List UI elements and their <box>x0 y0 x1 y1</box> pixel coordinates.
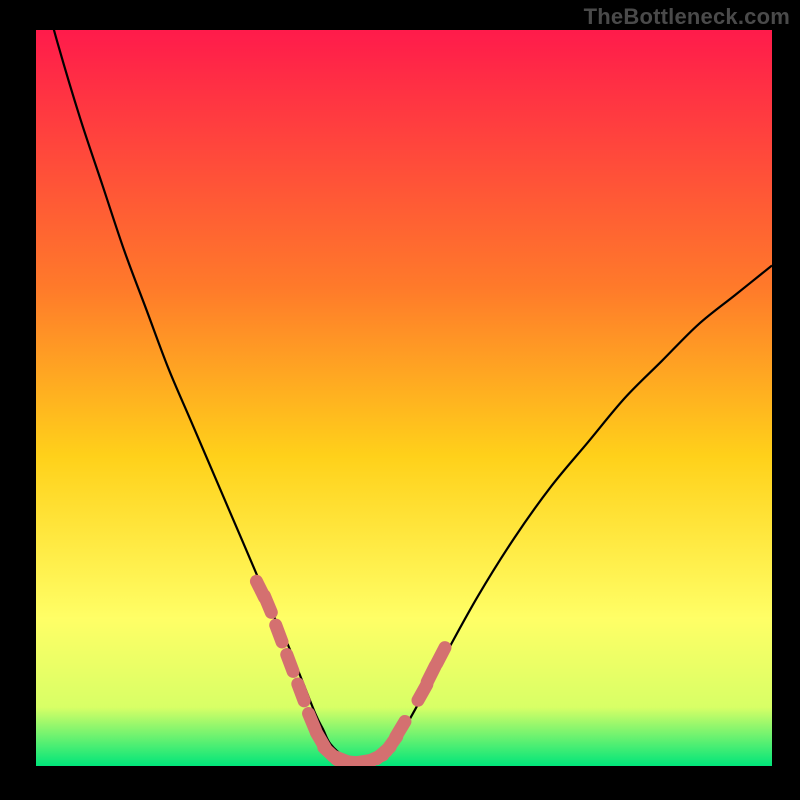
marker-point <box>298 684 304 701</box>
marker-point <box>276 625 282 642</box>
bottleneck-chart <box>0 0 800 800</box>
marker-point <box>264 596 271 613</box>
marker-point <box>396 721 405 736</box>
watermark-text: TheBottleneck.com <box>584 4 790 30</box>
gradient-background <box>36 30 772 766</box>
marker-point <box>287 655 293 672</box>
chart-frame: { "watermark": "TheBottleneck.com", "col… <box>0 0 800 800</box>
marker-point <box>437 648 445 664</box>
